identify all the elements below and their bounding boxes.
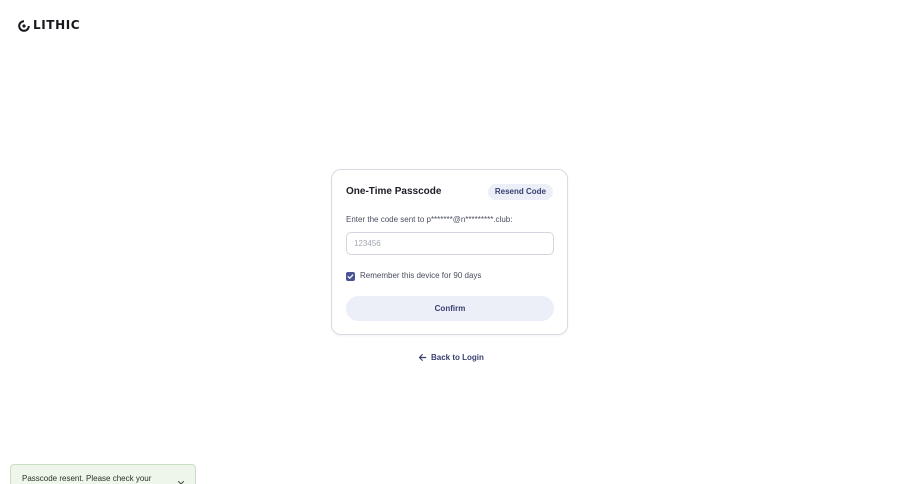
toast-close-button[interactable] [176,479,186,484]
resend-code-button[interactable]: Resend Code [487,184,553,200]
back-to-login-link[interactable]: Back to Login [418,352,484,363]
remember-device-checkbox[interactable] [346,271,355,281]
remember-device-label: Remember this device for 90 days [360,271,482,280]
brand-name: LITHIC [33,18,81,32]
remember-device-row[interactable]: Remember this device for 90 days [346,271,481,281]
arrow-left-icon [418,354,427,361]
check-icon [347,273,354,279]
passcode-input[interactable] [346,232,554,255]
back-to-login-label: Back to Login [431,353,484,362]
toast-message: Passcode resent. Please check your [22,474,152,483]
otp-page: LITHIC One-Time Passcode Resend Code Ent… [0,0,900,484]
toast-notification: Passcode resent. Please check your [10,464,196,484]
lithic-logo-icon [18,19,30,32]
confirm-button[interactable]: Confirm [346,296,554,321]
lithic-logo[interactable]: LITHIC [18,19,80,32]
card-title: One-Time Passcode [346,186,442,197]
close-icon [177,480,185,484]
otp-card: One-Time Passcode Resend Code Enter the … [331,169,568,335]
instructions-text: Enter the code sent to p*******@n*******… [346,215,513,224]
